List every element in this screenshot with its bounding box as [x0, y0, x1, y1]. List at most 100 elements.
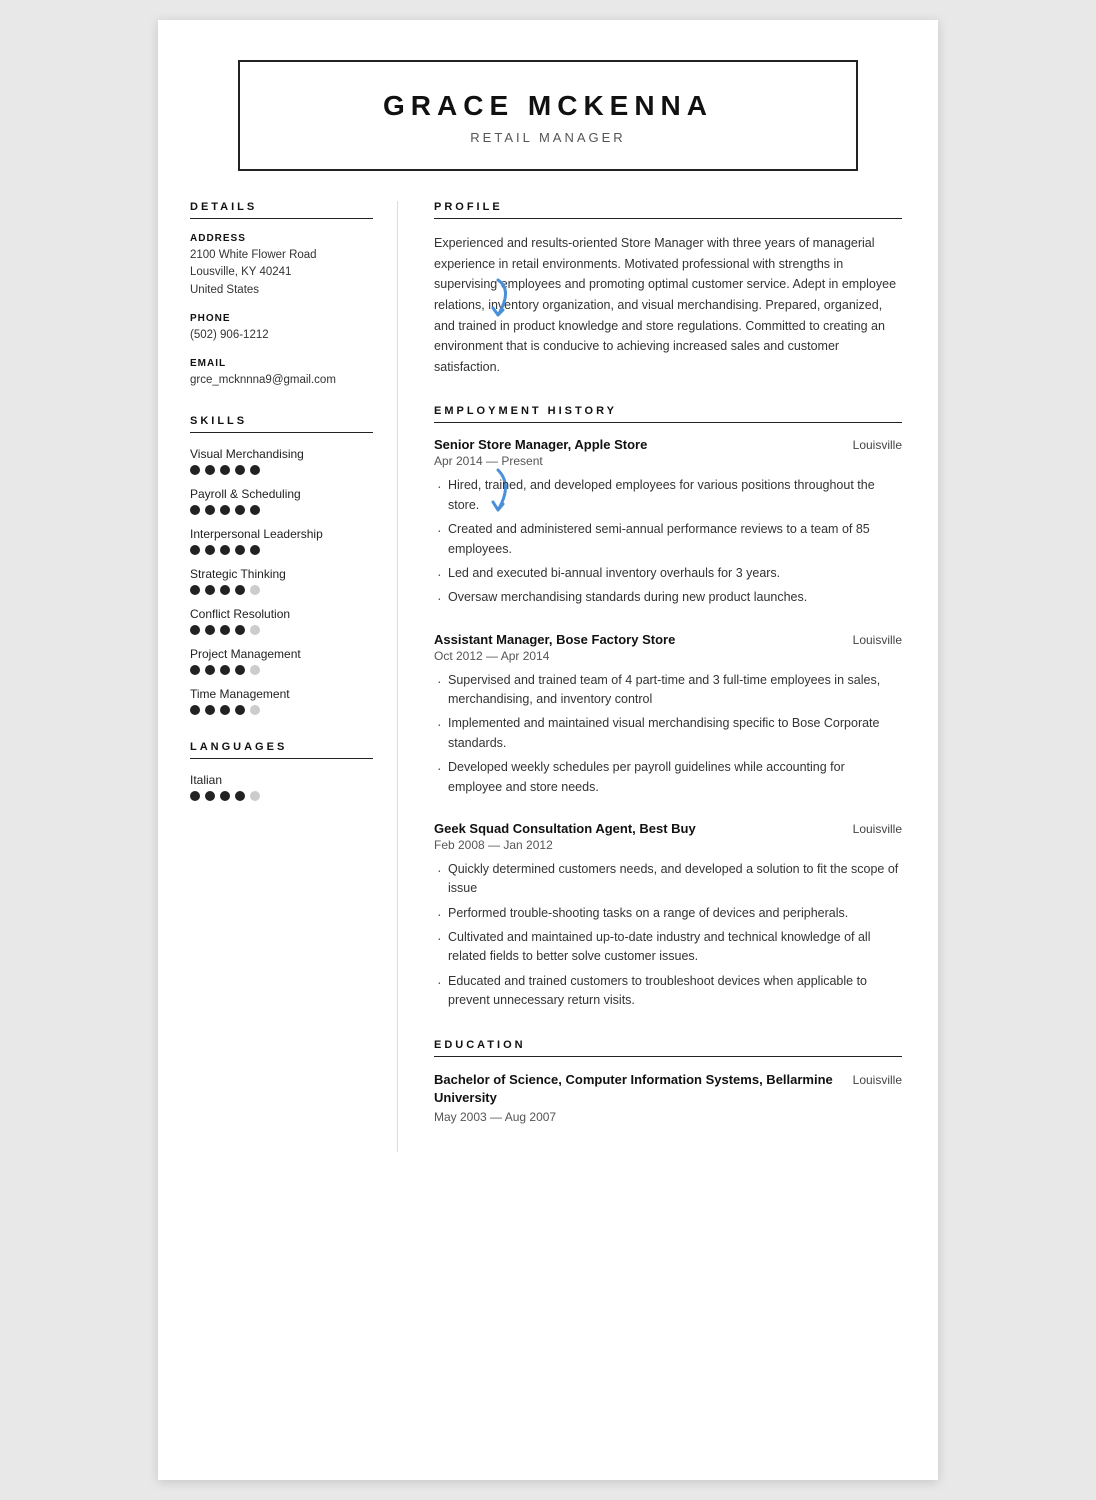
- language-name: Italian: [190, 773, 373, 787]
- job-title: Assistant Manager, Bose Factory Store: [434, 632, 675, 647]
- email-label: EMAIL: [190, 358, 373, 369]
- dot-empty: [250, 705, 260, 715]
- jobs-list: Senior Store Manager, Apple Store Louisvi…: [434, 437, 902, 1010]
- dot-filled: [235, 665, 245, 675]
- dot-filled: [250, 465, 260, 475]
- dot-filled: [190, 465, 200, 475]
- dot-empty: [250, 665, 260, 675]
- skill-name: Conflict Resolution: [190, 607, 373, 621]
- profile-text: Experienced and results-oriented Store M…: [434, 233, 902, 377]
- dot-empty: [250, 585, 260, 595]
- dot-filled: [190, 665, 200, 675]
- skill-name: Strategic Thinking: [190, 567, 373, 581]
- phone-value: (502) 906-1212: [190, 327, 373, 344]
- job-bullet: Developed weekly schedules per payroll g…: [434, 758, 902, 797]
- address-label: ADDRESS: [190, 233, 373, 244]
- dot-filled: [205, 585, 215, 595]
- education-entry: Bachelor of Science, Computer Informatio…: [434, 1071, 902, 1124]
- job-bullet: Educated and trained customers to troubl…: [434, 972, 902, 1011]
- dot-filled: [205, 705, 215, 715]
- email-value: grce_mcknnna9@gmail.com: [190, 372, 373, 389]
- education-list: Bachelor of Science, Computer Informatio…: [434, 1071, 902, 1124]
- dot-filled: [205, 545, 215, 555]
- dot-filled: [220, 505, 230, 515]
- dot-filled: [205, 505, 215, 515]
- dot-empty: [250, 791, 260, 801]
- job-location: Louisville: [853, 633, 902, 647]
- skill-name: Payroll & Scheduling: [190, 487, 373, 501]
- job-location: Louisville: [853, 822, 902, 836]
- details-label: DETAILS: [190, 201, 373, 219]
- left-column: DETAILS ADDRESS 2100 White Flower Road L…: [158, 201, 398, 1152]
- job-bullet: Performed trouble-shooting tasks on a ra…: [434, 904, 902, 923]
- skill-dots: [190, 705, 373, 715]
- skill-name: Visual Merchandising: [190, 447, 373, 461]
- skill-dots: [190, 585, 373, 595]
- email-group: EMAIL grce_mcknnna9@gmail.com: [190, 358, 373, 389]
- skill-item: Visual Merchandising: [190, 447, 373, 475]
- job-header: Assistant Manager, Bose Factory Store Lou…: [434, 632, 902, 647]
- dot-filled: [220, 625, 230, 635]
- dot-filled: [205, 465, 215, 475]
- job-title: Senior Store Manager, Apple Store: [434, 437, 647, 452]
- job-bullet: Created and administered semi-annual per…: [434, 520, 902, 559]
- edu-degree: Bachelor of Science, Computer Informatio…: [434, 1071, 853, 1107]
- dot-filled: [220, 465, 230, 475]
- dot-filled: [190, 505, 200, 515]
- dot-filled: [205, 625, 215, 635]
- job-bullets: Hired, trained, and developed employees …: [434, 476, 902, 607]
- phone-group: PHONE (502) 906-1212: [190, 313, 373, 344]
- employment-section: EMPLOYMENT HISTORY Senior Store Manager,…: [434, 405, 902, 1010]
- dot-filled: [220, 585, 230, 595]
- skill-dots: [190, 505, 373, 515]
- header-box: GRACE MCKENNA RETAIL MANAGER: [238, 60, 858, 171]
- right-column: PROFILE Experienced and results-oriented…: [398, 201, 938, 1152]
- skill-dots: [190, 465, 373, 475]
- skill-dots: [190, 665, 373, 675]
- language-dots: [190, 791, 373, 801]
- job-header: Senior Store Manager, Apple StoreLouisvi…: [434, 437, 902, 452]
- address-line2: Lousville, KY 40241: [190, 264, 373, 281]
- dot-filled: [250, 545, 260, 555]
- languages-list: Italian: [190, 773, 373, 801]
- dot-filled: [235, 585, 245, 595]
- skill-dots: [190, 545, 373, 555]
- dot-filled: [235, 505, 245, 515]
- dot-filled: [205, 791, 215, 801]
- skill-item: Interpersonal Leadership: [190, 527, 373, 555]
- skill-dots: [190, 625, 373, 635]
- profile-label: PROFILE: [434, 201, 902, 219]
- profile-section: PROFILE Experienced and results-oriented…: [434, 201, 902, 377]
- dot-filled: [235, 545, 245, 555]
- dot-filled: [220, 665, 230, 675]
- job-bullet: Led and executed bi-annual inventory ove…: [434, 564, 902, 583]
- job-dates: Feb 2008 — Jan 2012: [434, 838, 902, 852]
- job-bullets: Quickly determined customers needs, and …: [434, 860, 902, 1011]
- dot-filled: [235, 705, 245, 715]
- languages-section: LANGUAGES Italian: [190, 741, 373, 801]
- job-entry: Senior Store Manager, Apple StoreLouisvi…: [434, 437, 902, 607]
- resume-page: GRACE MCKENNA RETAIL MANAGER DETAILS ADD…: [158, 20, 938, 1480]
- dot-filled: [220, 545, 230, 555]
- languages-label: LANGUAGES: [190, 741, 373, 759]
- job-header: Geek Squad Consultation Agent, Best Buy L…: [434, 821, 902, 836]
- job-bullet: Supervised and trained team of 4 part-ti…: [434, 671, 902, 710]
- address-group: ADDRESS 2100 White Flower Road Lousville…: [190, 233, 373, 299]
- dot-filled: [190, 585, 200, 595]
- skills-label: SKILLS: [190, 415, 373, 433]
- skill-item: Strategic Thinking: [190, 567, 373, 595]
- language-item: Italian: [190, 773, 373, 801]
- candidate-title: RETAIL MANAGER: [280, 130, 816, 145]
- skill-item: Payroll & Scheduling: [190, 487, 373, 515]
- edu-dates: May 2003 — Aug 2007: [434, 1110, 902, 1124]
- education-label: EDUCATION: [434, 1039, 902, 1057]
- dot-filled: [220, 791, 230, 801]
- job-title: Geek Squad Consultation Agent, Best Buy: [434, 821, 696, 836]
- job-bullet: Quickly determined customers needs, and …: [434, 860, 902, 899]
- dot-filled: [235, 625, 245, 635]
- dot-empty: [250, 625, 260, 635]
- dot-filled: [190, 545, 200, 555]
- job-bullet: Implemented and maintained visual mercha…: [434, 714, 902, 753]
- address-line1: 2100 White Flower Road: [190, 247, 373, 264]
- dot-filled: [235, 465, 245, 475]
